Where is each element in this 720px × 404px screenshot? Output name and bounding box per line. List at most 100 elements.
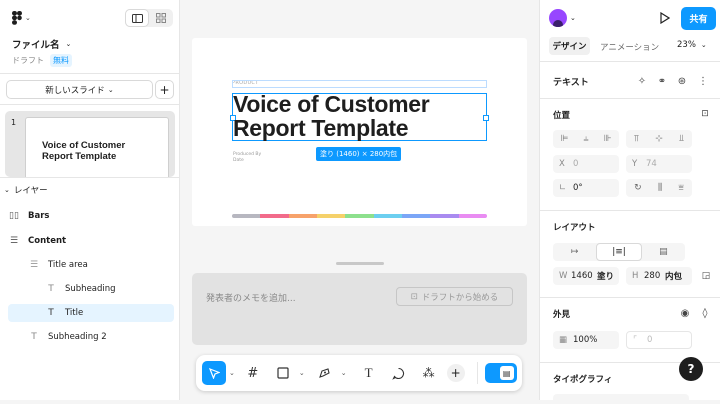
component-button[interactable]: ⊛ bbox=[675, 74, 689, 88]
w-label: W bbox=[559, 271, 568, 281]
chevron-down-icon[interactable]: ⌄ bbox=[299, 369, 305, 377]
flip-horizontal-icon[interactable]: ⫼ bbox=[658, 183, 662, 193]
layout-mode-group[interactable]: ↦ |≡| ▤ bbox=[553, 243, 685, 261]
width-field[interactable]: W 1460 塗り bbox=[553, 267, 619, 285]
figma-logo-icon bbox=[12, 11, 22, 25]
layer-row-title-area[interactable]: ☰ Title area bbox=[8, 256, 174, 274]
height-field[interactable]: H 280 内包 bbox=[626, 267, 692, 285]
horizontal-align-group[interactable]: ⊫ ⫨ ⊪ bbox=[553, 130, 619, 148]
move-tool-button[interactable] bbox=[202, 361, 226, 385]
new-slide-button[interactable]: 新しいスライド ⌄ bbox=[6, 80, 153, 99]
x-field[interactable]: X 0 bbox=[553, 155, 619, 173]
avatar bbox=[549, 9, 567, 27]
frame-tool-button[interactable]: # bbox=[241, 366, 265, 381]
more-options-button[interactable]: ⋮ bbox=[696, 74, 710, 88]
canvas[interactable]: PRODUCT Voice of Customer Report Templat… bbox=[181, 0, 538, 400]
comment-tool-button[interactable] bbox=[387, 367, 411, 380]
layer-row-title[interactable]: T Title bbox=[8, 304, 174, 322]
visibility-button[interactable]: ◉ bbox=[678, 306, 692, 320]
dev-mode-toggle[interactable]: ▤ bbox=[484, 363, 517, 383]
chevron-down-icon[interactable]: ⌄ bbox=[341, 369, 347, 377]
layer-row-bars[interactable]: ▯▯ Bars bbox=[8, 207, 174, 225]
text-icon: T bbox=[31, 332, 37, 342]
align-top-icon[interactable]: ⫪ bbox=[634, 134, 639, 144]
slide-list-item[interactable]: 1 Voice of Customer Report Template bbox=[5, 111, 175, 177]
auto-height-option[interactable]: |≡| bbox=[596, 243, 642, 261]
constraints-button[interactable]: ⊡ bbox=[698, 107, 712, 121]
layers-header[interactable]: ⌄ レイヤー bbox=[4, 184, 48, 196]
share-button[interactable]: 共有 bbox=[681, 7, 716, 30]
vertical-align-group[interactable]: ⫪ ⊹ ⫫ bbox=[626, 130, 692, 148]
pen-icon bbox=[319, 368, 330, 378]
autolayout-icon: ☰ bbox=[29, 260, 39, 270]
rotate-icon[interactable]: ↻ bbox=[634, 183, 642, 193]
view-toggle[interactable] bbox=[125, 9, 173, 27]
align-left-icon[interactable]: ⊫ bbox=[561, 134, 569, 144]
rotation-value: 0° bbox=[573, 183, 583, 193]
align-middle-icon[interactable]: ⊹ bbox=[655, 134, 663, 144]
text-icon: T bbox=[48, 284, 54, 294]
blend-mode-button[interactable]: ◊ bbox=[698, 306, 712, 320]
add-slide-button[interactable]: + bbox=[155, 80, 174, 99]
rotation-field[interactable]: ∟ 0° bbox=[553, 179, 619, 197]
present-button[interactable] bbox=[658, 10, 672, 26]
actions-button[interactable]: ⁂ bbox=[417, 366, 441, 380]
slide-meta: Produced By Date bbox=[233, 152, 261, 164]
slide[interactable]: PRODUCT Voice of Customer Report Templat… bbox=[192, 38, 527, 226]
comment-icon bbox=[392, 367, 405, 380]
ai-sparkle-button[interactable]: ✧ bbox=[635, 74, 649, 88]
y-label: Y bbox=[632, 159, 638, 169]
slide-title[interactable]: Voice of Customer Report Template bbox=[233, 91, 430, 140]
component-icon: ⊛ bbox=[677, 75, 687, 87]
fixed-width-option[interactable]: ↦ bbox=[553, 243, 596, 261]
layer-name: Subheading bbox=[65, 284, 116, 294]
main-menu-button[interactable]: ⌄ bbox=[12, 11, 31, 25]
link-button[interactable]: ⚭ bbox=[655, 74, 669, 88]
zoom-value: 23% bbox=[677, 40, 696, 50]
layer-row-content[interactable]: ☰ Content bbox=[8, 232, 174, 250]
w-mode: 塗り bbox=[597, 272, 615, 282]
title-line-1: Voice of Customer bbox=[233, 91, 430, 117]
account-button[interactable]: ⌄ bbox=[549, 9, 576, 27]
tab-animation[interactable]: アニメーション bbox=[600, 41, 659, 53]
color-bar-segment bbox=[458, 214, 487, 218]
text-tool-button[interactable]: T bbox=[357, 365, 381, 381]
grid-view-button[interactable] bbox=[149, 9, 173, 27]
help-button[interactable]: ? bbox=[679, 357, 703, 381]
insert-button[interactable]: + bbox=[446, 364, 465, 382]
chevron-down-icon[interactable]: ⌄ bbox=[229, 369, 235, 377]
fixed-size-option[interactable]: ▤ bbox=[642, 243, 685, 261]
panel-view-button[interactable] bbox=[125, 9, 149, 27]
layer-name: Bars bbox=[28, 211, 50, 221]
color-bar-segment bbox=[345, 214, 374, 218]
align-bottom-icon[interactable]: ⫫ bbox=[679, 134, 684, 144]
align-center-h-icon[interactable]: ⫨ bbox=[583, 134, 588, 144]
constrain-proportions-button[interactable]: ◲ bbox=[699, 269, 713, 283]
start-from-draft-button[interactable]: ⊡ ドラフトから始める bbox=[396, 287, 513, 306]
flip-vertical-icon[interactable]: ⩸ bbox=[678, 183, 683, 193]
layers-header-label: レイヤー bbox=[13, 186, 48, 196]
shape-tool-button[interactable] bbox=[271, 367, 295, 379]
resize-handle-right[interactable] bbox=[483, 115, 489, 121]
ai-draft-icon: ⊡ bbox=[410, 291, 418, 302]
tab-design[interactable]: デザイン bbox=[549, 37, 590, 55]
file-name-button[interactable]: ファイル名 ⌄ bbox=[12, 37, 71, 51]
arrow-right-icon: ↦ bbox=[570, 247, 579, 257]
right-panel: ⌄ 共有 デザイン アニメーション 23% ⌄ テキスト ✧ ⚭ ⊛ ⋮ 位置 … bbox=[539, 0, 720, 404]
zoom-menu[interactable]: 23% ⌄ bbox=[677, 40, 707, 50]
typography-field[interactable] bbox=[553, 394, 689, 404]
corner-radius-field[interactable]: ⌜ 0 bbox=[626, 331, 692, 349]
notes-placeholder[interactable]: 発表者のメモを追加... bbox=[206, 291, 296, 304]
align-right-icon[interactable]: ⊪ bbox=[604, 134, 612, 144]
speaker-notes-panel[interactable]: 発表者のメモを追加... ⊡ ドラフトから始める bbox=[192, 273, 527, 345]
layer-row-subheading[interactable]: T Subheading bbox=[8, 280, 174, 298]
drop-icon: ◊ bbox=[702, 307, 708, 319]
opacity-field[interactable]: ▦ 100% bbox=[553, 331, 619, 349]
notes-resize-handle[interactable] bbox=[336, 262, 384, 265]
x-value: 0 bbox=[573, 159, 579, 169]
pen-tool-button[interactable] bbox=[313, 367, 337, 379]
transform-group[interactable]: ↻ ⫼ ⩸ bbox=[626, 179, 692, 197]
y-field[interactable]: Y 74 bbox=[626, 155, 692, 173]
position-section-header: 位置 bbox=[553, 111, 571, 121]
layer-row-subheading-2[interactable]: T Subheading 2 bbox=[8, 328, 174, 346]
